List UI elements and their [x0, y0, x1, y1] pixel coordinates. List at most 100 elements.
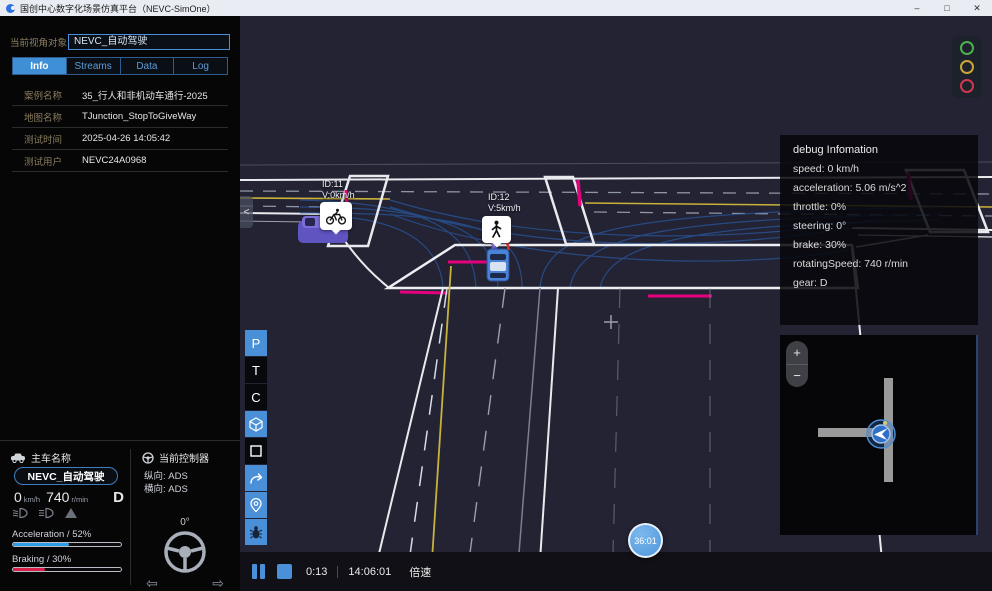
view-target-input[interactable]: NEVC_自动驾驶	[68, 34, 230, 50]
tab-info[interactable]: Info	[13, 58, 66, 74]
hazard-icon	[64, 507, 78, 519]
steering-wheel-icon	[159, 529, 211, 575]
info-row-case: 案例名称 35_行人和非机动车通行-2025	[12, 84, 228, 106]
debug-speed: speed: 0 km/h	[793, 163, 965, 175]
sidebar: 当前视角对象 NEVC_自动驾驶 Info Streams Data Log 案…	[0, 16, 240, 591]
elapsed-time: 0:13	[306, 566, 327, 578]
car-icon	[10, 452, 26, 463]
debug-steering: steering: 0°	[793, 220, 965, 232]
pedestrian-icon	[489, 220, 504, 239]
playback-speed-button[interactable]: 倍速	[409, 564, 431, 580]
acceleration-bar	[12, 542, 122, 547]
actor-label-12: ID:12 V:5km/h	[488, 192, 521, 213]
minimap-zoom-control: + −	[786, 341, 808, 387]
info-row-user: 测试用户 NEVC24A0968	[12, 150, 228, 172]
traffic-light-yellow	[960, 60, 974, 74]
cube-icon	[249, 417, 263, 432]
view-target-label: 当前视角对象	[10, 35, 68, 49]
case-name-value: 35_行人和非机动车通行-2025	[82, 88, 208, 102]
sidebar-collapse-handle[interactable]: <	[240, 196, 253, 228]
pedestrian-callout[interactable]	[482, 216, 511, 243]
tab-streams[interactable]: Streams	[66, 58, 120, 74]
toolbar-path-button[interactable]	[245, 465, 267, 491]
close-button[interactable]: ✕	[962, 0, 992, 16]
minimap-zoom-out-button[interactable]: −	[786, 365, 808, 388]
toolbar-t-button[interactable]: T	[245, 357, 267, 383]
gear-indicator: D	[113, 489, 124, 506]
rpm-unit: r/min	[71, 495, 88, 504]
vehicle-status-panel: 主车名称 NEVC_自动驾驶 0 km/h 740 r/min D	[0, 440, 240, 591]
steering-icon	[142, 452, 154, 464]
titlebar: 国创中心数字化场景仿真平台（NEVC-SimOne） – □ ✕	[0, 0, 992, 16]
toolbar-p-button[interactable]: P	[245, 330, 267, 356]
tab-log[interactable]: Log	[173, 58, 227, 74]
minimap[interactable]: + −	[780, 335, 978, 535]
toolbar-c-button[interactable]: C	[245, 384, 267, 410]
countdown-timer-badge[interactable]: 36:01	[628, 523, 663, 558]
square-icon	[249, 444, 263, 458]
vehicle-name-button[interactable]: NEVC_自动驾驶	[14, 467, 118, 485]
toolbar-locate-button[interactable]	[245, 492, 267, 518]
window-title: 国创中心数字化场景仿真平台（NEVC-SimOne）	[20, 2, 216, 15]
braking-bar-fill	[13, 568, 45, 571]
traffic-light-green	[960, 41, 974, 55]
traffic-light-red	[960, 79, 974, 93]
curve-arrow-icon	[249, 472, 264, 485]
actor-label-11: ID:11 V:0km/h	[322, 179, 355, 200]
controller-title: 当前控制器	[159, 450, 209, 465]
cursor-crosshair	[603, 314, 619, 330]
debug-acceleration: acceleration: 5.06 m/s^2	[793, 182, 965, 194]
toolbar-cube-button[interactable]	[245, 411, 267, 437]
high-beam-icon	[38, 507, 56, 519]
cyclist-callout[interactable]	[320, 202, 352, 230]
playback-separator	[337, 566, 338, 578]
toolbar-debug-button[interactable]	[245, 519, 267, 545]
traffic-light-indicator	[952, 36, 982, 98]
median-island-center	[545, 177, 594, 244]
tab-bar: Info Streams Data Log	[12, 57, 228, 75]
test-user-label: 测试用户	[12, 154, 82, 168]
viewport-toolbar: P T C	[245, 330, 267, 546]
test-time-label: 测试时间	[12, 132, 82, 146]
bug-icon	[249, 525, 263, 540]
app-window: 国创中心数字化场景仿真平台（NEVC-SimOne） – □ ✕ 当前视角对象 …	[0, 0, 992, 591]
braking-label: Braking / 30%	[12, 554, 71, 565]
speed-readout: 0 km/h 740 r/min D	[14, 489, 124, 506]
info-row-map: 地图名称 TJunction_StopToGiveWay	[12, 106, 228, 128]
speed-unit: km/h	[24, 495, 40, 504]
acceleration-label: Acceleration / 52%	[12, 529, 91, 540]
minimap-zoom-in-button[interactable]: +	[786, 341, 808, 365]
steering-angle-value: 0°	[130, 517, 240, 528]
cyclist-icon	[325, 208, 347, 225]
test-user-value: NEVC24A0968	[82, 155, 146, 166]
debug-panel: debug Infomation speed: 0 km/h accelerat…	[780, 135, 978, 325]
location-pin-icon	[249, 498, 263, 513]
rpm-value: 740	[46, 489, 69, 505]
stop-button[interactable]	[277, 564, 292, 579]
case-name-label: 案例名称	[12, 88, 82, 102]
map-name-label: 地图名称	[12, 110, 82, 124]
steer-right-arrow-icon: ⇨	[212, 575, 224, 591]
restore-button[interactable]: □	[932, 0, 962, 16]
playback-bar: 0:13 14:06:01 倍速	[240, 552, 992, 591]
pause-button[interactable]	[252, 564, 265, 579]
minimize-button[interactable]: –	[902, 0, 932, 16]
acceleration-bar-fill	[13, 543, 69, 546]
tab-data[interactable]: Data	[120, 58, 174, 74]
longitudinal-controller: 纵向: ADS	[144, 468, 188, 482]
ego-vehicle[interactable]	[487, 249, 509, 281]
clock-time: 14:06:01	[348, 566, 391, 578]
debug-gear: gear: D	[793, 277, 965, 289]
info-row-time: 测试时间 2025-04-26 14:05:42	[12, 128, 228, 150]
debug-throttle: throttle: 0%	[793, 201, 965, 213]
lateral-controller: 横向: ADS	[144, 481, 188, 495]
info-panel: 案例名称 35_行人和非机动车通行-2025 地图名称 TJunction_St…	[12, 84, 228, 172]
debug-panel-title: debug Infomation	[793, 144, 965, 156]
app-icon	[6, 4, 15, 13]
controller-panel: 当前控制器 纵向: ADS 横向: ADS 0° ⇦ ⇨	[130, 441, 240, 591]
minimap-canvas	[780, 335, 976, 535]
simulation-viewport[interactable]: < ID:11 V:0km/h ID:12 V:5km/h	[240, 16, 992, 591]
toolbar-box-button[interactable]	[245, 438, 267, 464]
steer-left-arrow-icon: ⇦	[146, 575, 158, 591]
debug-rotating-speed: rotatingSpeed: 740 r/min	[793, 258, 965, 270]
